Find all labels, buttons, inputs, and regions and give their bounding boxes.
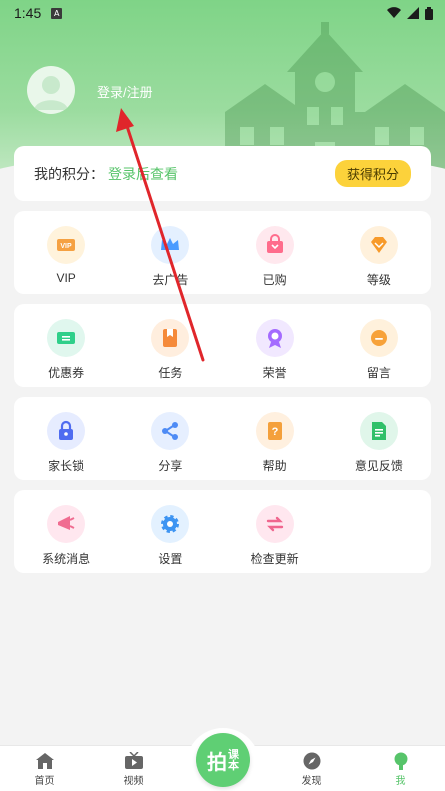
capture-class-text-small-2: 本: [228, 759, 239, 772]
status-time: 1:45: [14, 5, 42, 21]
menu-item-0-1[interactable]: 去广告: [118, 211, 222, 294]
menu-item-label: 意见反馈: [354, 459, 403, 473]
menu-item-label: 分享: [158, 459, 183, 473]
menu-item-2-1[interactable]: 分享: [118, 397, 222, 480]
message-icon: [359, 319, 398, 357]
menu-item-label: 已购: [262, 273, 287, 287]
menu-item-1-3[interactable]: 留言: [327, 304, 431, 387]
shopping-bag-icon: [255, 226, 294, 264]
menu-item-1-0[interactable]: 优惠券: [14, 304, 118, 387]
menu-item-0-0[interactable]: VIP VIP: [14, 211, 118, 294]
menu-item-3-2[interactable]: 检查更新: [223, 490, 327, 573]
home-icon: [35, 753, 54, 769]
menu-item-label: 检查更新: [250, 552, 299, 566]
notification-icon: [47, 505, 86, 543]
lock-icon: [47, 412, 86, 450]
nav-label-discover: 发现: [301, 776, 322, 787]
menu-item-2-2[interactable]: ? 帮助: [223, 397, 327, 480]
profile-icon: [394, 752, 407, 770]
svg-text:?: ?: [271, 426, 278, 438]
task-bookmark-icon: [151, 319, 190, 357]
battery-icon: [425, 6, 433, 20]
menu-item-1-2[interactable]: 荣誉: [223, 304, 327, 387]
menu-item-label: 设置: [158, 552, 183, 566]
menu-section-4: 系统消息 设置 检查更新: [14, 490, 431, 573]
compass-icon: [303, 752, 320, 770]
wifi-icon: [387, 7, 401, 19]
notification-a-icon: A: [51, 7, 63, 19]
menu-item-label: 去广告: [152, 273, 189, 287]
login-register-link[interactable]: 登录/注册: [97, 82, 153, 101]
gear-icon: [151, 505, 190, 543]
menu-item-2-0[interactable]: 家长锁: [14, 397, 118, 480]
nav-item-video[interactable]: 视频: [89, 746, 178, 791]
menu-section-3: 家长锁 分享? 帮助 意见反馈: [14, 397, 431, 480]
points-card: 我的积分： 登录后查看 获得积分: [14, 146, 431, 201]
tv-icon: [124, 752, 143, 769]
svg-text:VIP: VIP: [60, 243, 72, 250]
menu-item-label: 任务: [158, 366, 183, 380]
menu-item-1-1[interactable]: 任务: [118, 304, 222, 387]
menu-item-0-3[interactable]: 等级: [327, 211, 431, 294]
crown-icon: [151, 226, 190, 264]
menu-item-label: 优惠券: [48, 366, 85, 380]
default-avatar-icon: [34, 76, 68, 110]
avatar[interactable]: [27, 66, 75, 114]
diamond-icon: [359, 226, 398, 264]
menu-section-1: VIP VIP 去广告 已购 等级: [14, 211, 431, 294]
menu-section-2: 优惠券 任务 荣誉 留言: [14, 304, 431, 387]
get-points-button[interactable]: 获得积分: [334, 160, 411, 187]
update-arrows-icon: [255, 505, 294, 543]
nav-item-discover[interactable]: 发现: [267, 746, 356, 791]
menu-item-label: 荣誉: [262, 366, 287, 380]
menu-item-label: 等级: [366, 273, 391, 287]
menu-item-0-2[interactable]: 已购: [223, 211, 327, 294]
nav-label-home: 首页: [34, 776, 55, 787]
medal-icon: [255, 319, 294, 357]
capture-class-button[interactable]: 拍 课 本: [196, 733, 250, 787]
points-label: 我的积分：: [34, 166, 104, 183]
menu-item-label: 留言: [366, 366, 391, 380]
menu-item-label: 帮助: [262, 459, 287, 473]
signal-icon: [407, 7, 419, 19]
nav-item-me[interactable]: 我: [356, 746, 445, 791]
capture-class-text: 拍: [207, 749, 227, 774]
menu-item-3-0[interactable]: 系统消息: [14, 490, 118, 573]
points-value[interactable]: 登录后查看: [108, 164, 178, 184]
menu-item-label: 系统消息: [42, 552, 91, 566]
help-book-icon: ?: [255, 412, 294, 450]
nav-item-home[interactable]: 首页: [0, 746, 89, 791]
menu-item-3-1[interactable]: 设置: [118, 490, 222, 573]
menu-item-label: VIP: [56, 271, 76, 285]
share-icon: [151, 412, 190, 450]
status-bar: 1:45 A: [0, 0, 445, 26]
nav-label-video: 视频: [123, 776, 144, 787]
menu-item-label: 家长锁: [48, 459, 85, 473]
nav-label-me: 我: [395, 776, 406, 787]
menu-item-2-3[interactable]: 意见反馈: [327, 397, 431, 480]
feedback-icon: [359, 412, 398, 450]
coupon-icon: [47, 319, 86, 357]
vip-icon: VIP: [47, 226, 86, 264]
